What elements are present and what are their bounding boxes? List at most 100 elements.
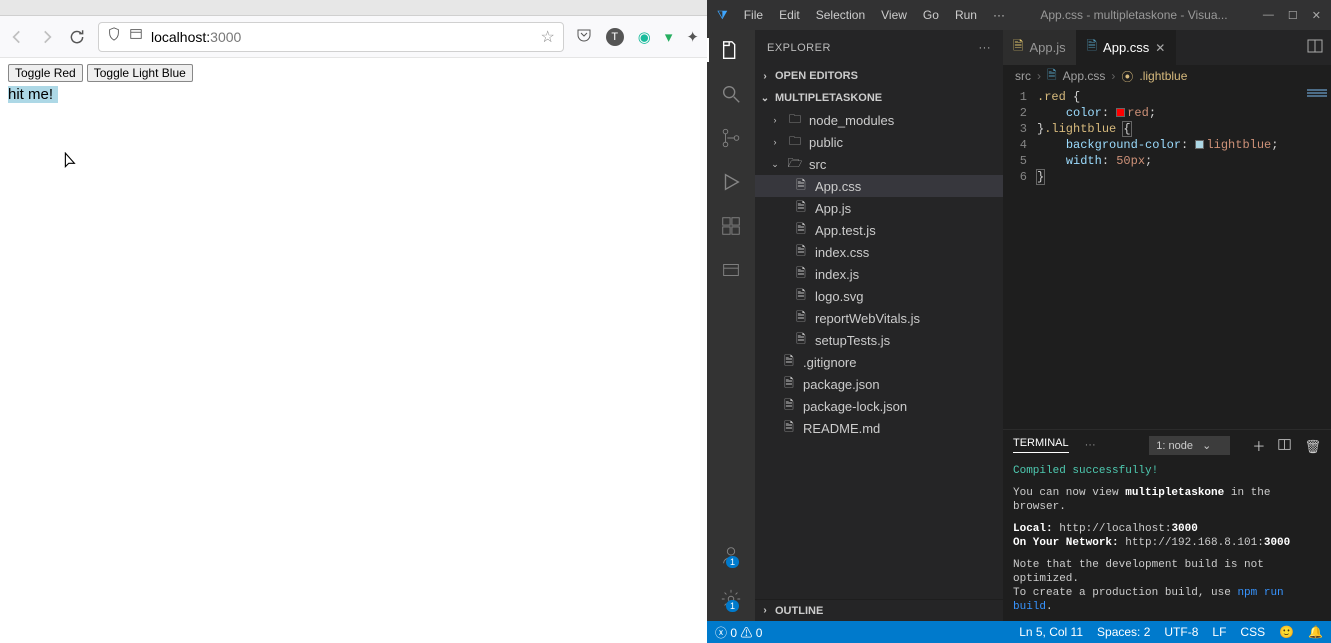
status-encoding[interactable]: UTF-8 — [1164, 625, 1198, 639]
minimize-button[interactable]: — — [1263, 9, 1274, 22]
outline-section[interactable]: ›OUTLINE — [755, 599, 1003, 621]
file-icon: 🗎 — [793, 178, 809, 194]
menu-run[interactable]: Run — [955, 8, 977, 22]
run-debug-icon[interactable] — [719, 170, 743, 194]
browser-tab-strip — [0, 0, 707, 16]
menu-selection[interactable]: Selection — [816, 8, 865, 22]
file-icon: 🗎 — [793, 310, 809, 326]
bottom-panel: TERMINAL ··· 1: node ⌄ ＋ 🗑 — [1003, 429, 1331, 621]
file-package-lock-json[interactable]: 🗎package-lock.json — [755, 395, 1003, 417]
editor[interactable]: 1 2 3 4 5 6 .red { color: red; }.lightbl… — [1003, 87, 1331, 429]
split-editor-icon[interactable] — [1299, 38, 1331, 57]
tab-app-css[interactable]: 🗎App.css✕ — [1077, 30, 1177, 65]
status-feedback-icon[interactable]: 🙂 — [1279, 625, 1294, 639]
terminal-tab[interactable]: TERMINAL — [1013, 437, 1069, 453]
window-title: App.css - multipletaskone - Visua... — [1005, 8, 1263, 22]
url-text: localhost:3000 — [151, 29, 241, 45]
page-content: Toggle Red Toggle Light Blue hit me! — [0, 58, 707, 109]
file-icon: 🗎 — [793, 332, 809, 348]
file-icon: 🗎 — [1047, 66, 1057, 87]
file-icon: 🗎 — [1013, 37, 1023, 59]
shield-icon — [107, 27, 121, 46]
pocket-icon[interactable] — [576, 27, 592, 47]
sidebar-more-icon[interactable]: ··· — [979, 42, 992, 54]
close-tab-icon[interactable]: ✕ — [1155, 41, 1165, 55]
explorer-icon[interactable] — [719, 38, 743, 62]
folder-node-modules[interactable]: ›🗀node_modules — [755, 109, 1003, 131]
maximize-button[interactable]: ☐ — [1288, 9, 1298, 22]
close-window-button[interactable]: ✕ — [1312, 9, 1321, 22]
file-icon: 🗎 — [793, 200, 809, 216]
terminal-selector[interactable]: 1: node ⌄ — [1149, 436, 1230, 455]
file-index-css[interactable]: 🗎index.css — [755, 241, 1003, 263]
status-eol[interactable]: LF — [1212, 625, 1226, 639]
settings-icon[interactable]: 1 — [719, 587, 743, 611]
accounts-icon[interactable]: 1 — [719, 543, 743, 567]
accounts-badge: 1 — [726, 556, 739, 568]
address-bar[interactable]: localhost:3000 ☆ — [98, 22, 564, 52]
file-app-test-js[interactable]: 🗎App.test.js — [755, 219, 1003, 241]
file-package-json[interactable]: 🗎package.json — [755, 373, 1003, 395]
folder-icon: 🗀 — [787, 134, 803, 150]
menu-view[interactable]: View — [881, 8, 907, 22]
extension-icon-2[interactable]: ◉ — [638, 28, 651, 46]
file-icon: 🗎 — [793, 244, 809, 260]
menu-overflow[interactable]: ··· — [993, 8, 1005, 22]
file-index-js[interactable]: 🗎index.js — [755, 263, 1003, 285]
symbol-class-icon: ⦿ — [1121, 68, 1133, 85]
new-terminal-icon[interactable]: ＋ — [1252, 439, 1265, 454]
extension-icon-1[interactable]: T — [606, 28, 624, 46]
file-app-css[interactable]: 🗎App.css — [755, 175, 1003, 197]
page-info-icon[interactable] — [129, 27, 143, 46]
file-report-web-vitals[interactable]: 🗎reportWebVitals.js — [755, 307, 1003, 329]
open-editors-section[interactable]: ›OPEN EDITORS — [755, 65, 1003, 87]
project-section[interactable]: ⌄MULTIPLETASKONE — [755, 87, 1003, 109]
file-icon: 🗎 — [793, 266, 809, 282]
status-indentation[interactable]: Spaces: 2 — [1097, 625, 1150, 639]
source-control-icon[interactable] — [719, 126, 743, 150]
terminal-output[interactable]: Compiled successfully! You can now view … — [1003, 460, 1331, 621]
folder-icon: 🗀 — [787, 112, 803, 128]
breadcrumb[interactable]: src› 🗎App.css› ⦿.lightblue — [1003, 65, 1331, 87]
folder-src[interactable]: ⌄🗁src — [755, 153, 1003, 175]
menu-edit[interactable]: Edit — [779, 8, 800, 22]
file-icon: 🗎 — [781, 420, 797, 436]
file-app-js[interactable]: 🗎App.js — [755, 197, 1003, 219]
file-setup-tests[interactable]: 🗎setupTests.js — [755, 329, 1003, 351]
explorer-label: EXPLORER — [767, 42, 831, 54]
status-problems[interactable]: ⓧ 0 ⚠ 0 — [715, 624, 762, 641]
back-button[interactable] — [8, 28, 26, 46]
folder-public[interactable]: ›🗀public — [755, 131, 1003, 153]
reload-button[interactable] — [68, 28, 86, 46]
file-logo-svg[interactable]: 🗎logo.svg — [755, 285, 1003, 307]
extensions-icon[interactable] — [719, 214, 743, 238]
sidebar: EXPLORER ··· ›OPEN EDITORS ⌄MULTIPLETASK… — [755, 30, 1003, 621]
file-icon: 🗎 — [781, 376, 797, 392]
code-content: .red { color: red; }.lightblue { backgro… — [1037, 87, 1278, 429]
vscode-logo-icon: ⧩ — [717, 8, 728, 23]
status-line-col[interactable]: Ln 5, Col 11 — [1019, 625, 1083, 639]
file-gitignore[interactable]: 🗎.gitignore — [755, 351, 1003, 373]
panel-overflow-icon[interactable]: ··· — [1085, 439, 1096, 451]
tab-app-js[interactable]: 🗎App.js — [1003, 30, 1077, 65]
forward-button[interactable] — [38, 28, 56, 46]
settings-badge: 1 — [726, 600, 739, 612]
live-share-icon[interactable] — [719, 258, 743, 282]
toggle-lightblue-button[interactable]: Toggle Light Blue — [87, 64, 193, 82]
file-readme-md[interactable]: 🗎README.md — [755, 417, 1003, 439]
search-icon[interactable] — [719, 82, 743, 106]
line-number-gutter: 1 2 3 4 5 6 — [1003, 87, 1037, 429]
extension-icon-3[interactable]: ▾ — [665, 28, 673, 46]
status-language[interactable]: CSS — [1240, 625, 1265, 639]
toggle-red-button[interactable]: Toggle Red — [8, 64, 83, 82]
split-terminal-icon[interactable] — [1278, 439, 1291, 454]
menu-file[interactable]: File — [744, 8, 763, 22]
status-bell-icon[interactable]: 🔔 — [1308, 625, 1323, 639]
cursor-icon — [64, 152, 78, 173]
extension-icon-4[interactable]: ✦ — [686, 28, 699, 46]
menu-go[interactable]: Go — [923, 8, 939, 22]
kill-terminal-icon[interactable]: 🗑 — [1304, 439, 1321, 454]
minimap[interactable] — [1299, 87, 1331, 429]
bookmark-star-icon[interactable]: ☆ — [540, 27, 554, 47]
file-icon: 🗎 — [1087, 37, 1097, 59]
